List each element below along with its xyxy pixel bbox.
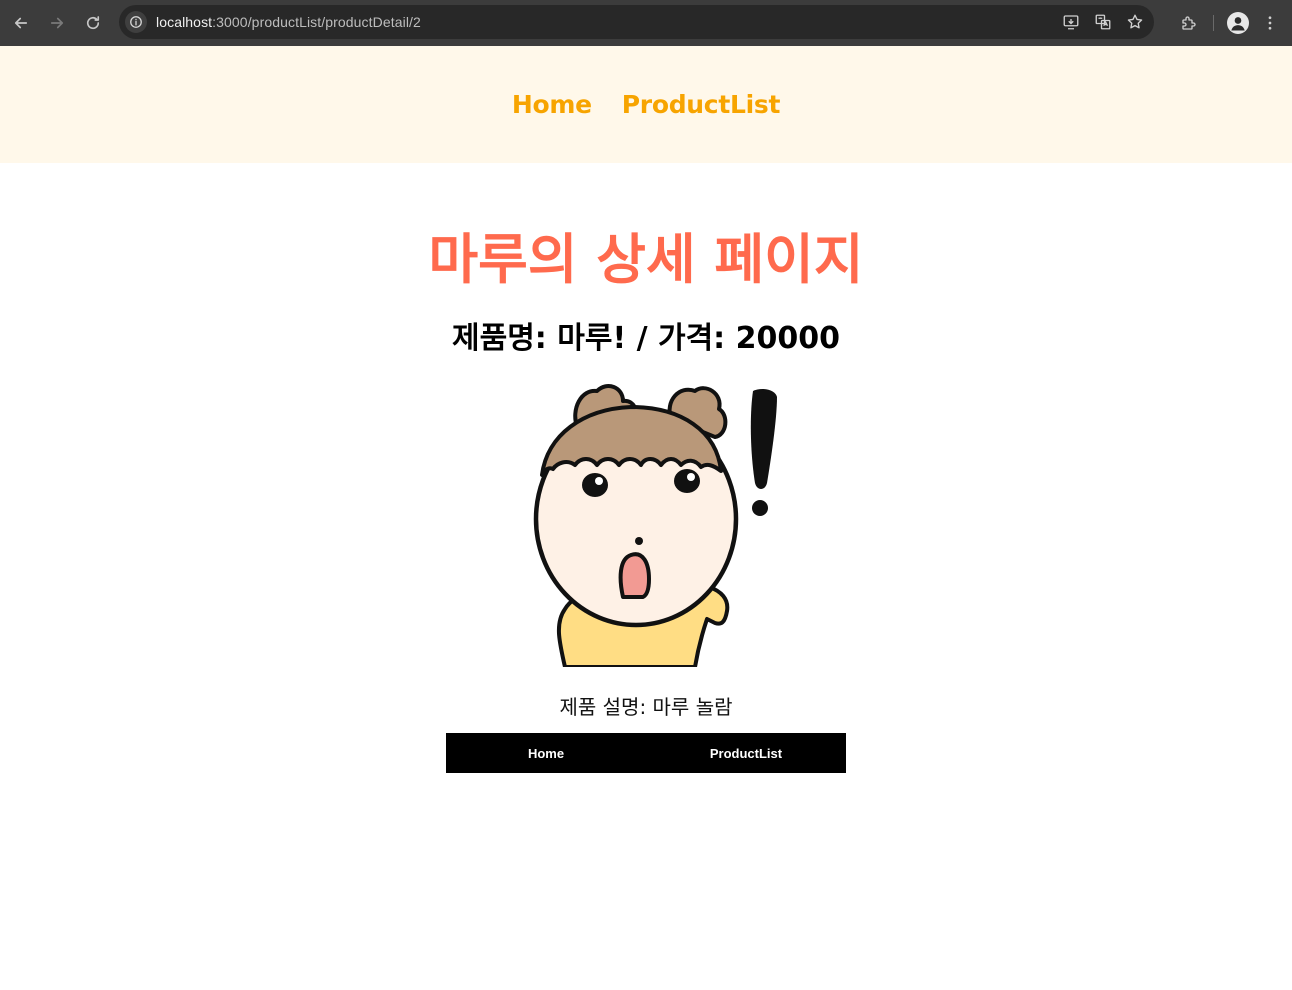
bottom-nav: Home ProductList <box>446 733 846 773</box>
url-path: :3000/productList/productDetail/2 <box>212 14 421 30</box>
menu-button[interactable] <box>1254 7 1286 39</box>
browser-toolbar: localhost:3000/productList/productDetail… <box>0 0 1292 46</box>
header-link-productlist[interactable]: ProductList <box>622 90 781 119</box>
url-text[interactable]: localhost:3000/productList/productDetail… <box>156 14 421 30</box>
reload-icon <box>86 16 100 30</box>
product-info: 제품명: 마루! / 가격: 20000 <box>452 321 840 356</box>
star-icon <box>1127 14 1143 29</box>
page-title: 마루의 상세 페이지 <box>428 228 864 291</box>
arrow-left-icon <box>14 17 28 29</box>
translate-button[interactable] <box>1094 13 1112 31</box>
install-app-icon <box>1063 15 1079 30</box>
puzzle-icon <box>1182 16 1196 30</box>
person-icon <box>1231 17 1245 31</box>
bottom-link-productlist[interactable]: ProductList <box>646 733 846 773</box>
avatar <box>1227 12 1249 34</box>
toolbar-separator <box>1213 15 1214 31</box>
product-image <box>533 384 777 667</box>
install-app-button[interactable] <box>1062 13 1080 31</box>
address-bar[interactable]: localhost:3000/productList/productDetail… <box>119 5 1154 39</box>
header-link-home[interactable]: Home <box>512 90 592 119</box>
more-vertical-icon <box>1268 16 1272 30</box>
site-info-button[interactable] <box>125 11 147 33</box>
arrow-right-icon <box>50 17 64 29</box>
info-icon <box>130 16 142 28</box>
translate-icon <box>1095 14 1111 30</box>
extensions-button[interactable] <box>1173 7 1205 39</box>
product-description: 제품 설명: 마루 놀람 <box>559 695 733 719</box>
back-button[interactable] <box>3 5 39 41</box>
bottom-link-home[interactable]: Home <box>446 733 646 773</box>
profile-button[interactable] <box>1222 7 1254 39</box>
reload-button[interactable] <box>75 5 111 41</box>
site-header: Home ProductList <box>0 46 1292 163</box>
url-host: localhost <box>156 14 213 30</box>
forward-button[interactable] <box>39 5 75 41</box>
bookmark-button[interactable] <box>1126 13 1144 31</box>
